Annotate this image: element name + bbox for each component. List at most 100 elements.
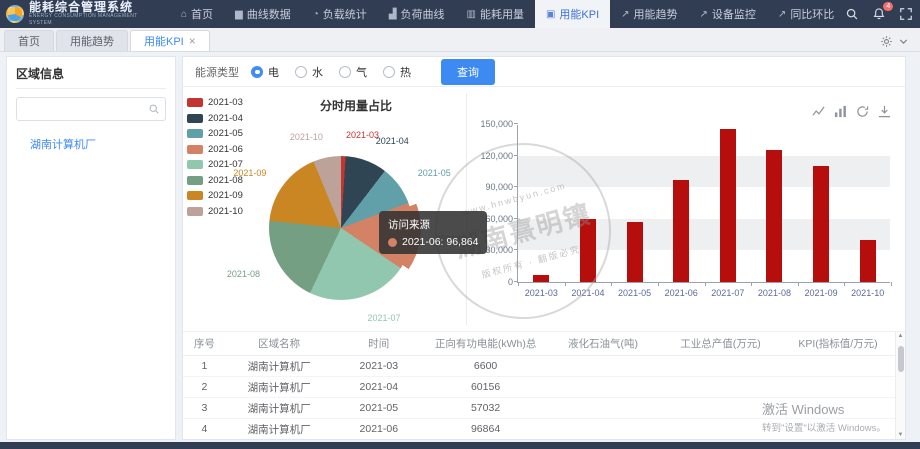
- tab-options[interactable]: [880, 35, 920, 51]
- device-monitor-icon: ↗: [700, 9, 708, 20]
- bar-2021-04[interactable]: [580, 219, 596, 282]
- y-axis-label: 150,000: [480, 119, 513, 129]
- pie-label: 2021-04: [376, 136, 409, 146]
- table-cell: 湖南计算机厂: [226, 398, 333, 419]
- radio-circle-icon: [339, 66, 351, 78]
- pie-label: 2021-10: [290, 132, 323, 142]
- menu-item-label: 曲线数据: [247, 6, 291, 22]
- bottom-strip: [0, 442, 920, 449]
- pie-label: 2021-07: [367, 313, 400, 323]
- table-row[interactable]: 2湖南计算机厂2021-0460156: [183, 377, 895, 398]
- bar-2021-09[interactable]: [813, 166, 829, 282]
- table-cell: [546, 398, 660, 419]
- scroll-thumb[interactable]: [898, 346, 904, 372]
- radio-circle-icon: [383, 66, 395, 78]
- split-area-band: [518, 219, 890, 251]
- menu-item-曲线数据[interactable]: ▆曲线数据: [224, 0, 302, 28]
- table-column-header: 序号: [183, 332, 226, 356]
- line-chart-icon[interactable]: [812, 105, 825, 118]
- kpi-table-wrap: 序号区域名称时间正向有功电能(kWh)总液化石油气(吨)工业总产值(万元)KPI…: [183, 331, 905, 439]
- menu-item-设备监控[interactable]: ↗设备监控: [689, 0, 767, 28]
- table-cell: 2021-06: [333, 419, 426, 440]
- pie-label: 2021-05: [418, 168, 451, 178]
- y-axis-label: 60,000: [485, 214, 513, 224]
- menu-item-label: 首页: [191, 6, 213, 22]
- table-cell: 2021-04: [333, 377, 426, 398]
- bar-plot[interactable]: 030,00060,00090,000120,000150,0002021-03…: [517, 125, 890, 283]
- tab-bar: 首页用能趋势 用能KPI ×: [0, 28, 920, 52]
- region-tree: 湖南计算机厂: [16, 133, 166, 155]
- table-cell: [546, 377, 660, 398]
- scroll-down-icon[interactable]: ▼: [896, 432, 905, 438]
- app-title: 能耗综合管理系统: [29, 1, 160, 13]
- bar-chart-icon[interactable]: [834, 105, 847, 118]
- tree-node-湖南计算机厂[interactable]: 湖南计算机厂: [16, 133, 166, 155]
- menu-item-能耗用量[interactable]: ▥能耗用量: [456, 0, 535, 28]
- charts-area: 分时用量占比 2021-032021-042021-052021-062021-…: [183, 87, 905, 331]
- table-row[interactable]: 4湖南计算机厂2021-0696864: [183, 419, 895, 440]
- menu-item-首页[interactable]: ⌂首页: [170, 0, 224, 28]
- search-icon[interactable]: [845, 7, 859, 21]
- region-search-input[interactable]: [16, 97, 166, 121]
- table-row[interactable]: 1湖南计算机厂2021-036600: [183, 356, 895, 377]
- refresh-icon[interactable]: [856, 105, 869, 118]
- y-axis-tick: [514, 218, 518, 219]
- y-axis-label: 0: [508, 277, 513, 287]
- menu-item-负荷曲线[interactable]: ▟负荷曲线: [378, 0, 456, 28]
- tab-label: 用能KPI: [144, 33, 184, 49]
- pie-label: 2021-08: [227, 269, 260, 279]
- pie-chart: 2021-032021-042021-052021-062021-072021-…: [183, 87, 483, 331]
- radio-电[interactable]: 电: [251, 64, 279, 80]
- x-axis-tick: [798, 282, 799, 286]
- bar-2021-03[interactable]: [533, 275, 549, 282]
- radio-气[interactable]: 气: [339, 64, 367, 80]
- tab-首页[interactable]: 首页: [4, 30, 54, 51]
- table-scrollbar[interactable]: ▲ ▼: [895, 332, 905, 439]
- notification-badge: 4: [883, 2, 893, 11]
- table-cell: 湖南计算机厂: [226, 419, 333, 440]
- compare-icon: ↗: [778, 9, 786, 20]
- table-row[interactable]: 3湖南计算机厂2021-0557032: [183, 398, 895, 419]
- table-cell: [781, 419, 895, 440]
- menu-item-label: 负荷曲线: [401, 6, 445, 22]
- chevron-down-icon[interactable]: [897, 35, 910, 48]
- table-column-header: 液化石油气(吨): [546, 332, 660, 356]
- page-body: 区域信息 湖南计算机厂 能源类型 电水气热 查询 分时用量占比 2021-032…: [0, 52, 920, 440]
- menu-item-同比环比[interactable]: ↗同比环比: [767, 0, 845, 28]
- download-icon[interactable]: [878, 105, 891, 118]
- table-column-header: 工业总产值(万元): [660, 332, 781, 356]
- app-logo[interactable]: 能耗综合管理系统 ENERGY CONSUMPTION MANAGEMENT S…: [0, 0, 170, 28]
- pie-label: 2021-03: [346, 130, 379, 140]
- tab-close-icon[interactable]: ×: [189, 35, 196, 47]
- energy-usage-icon: ▥: [467, 9, 476, 20]
- kpi-bar-chart: KPI分析图 030,00060,00090,000120,000150,000…: [467, 87, 905, 331]
- filter-row: 能源类型 电水气热 查询: [183, 57, 905, 87]
- table-cell: [781, 377, 895, 398]
- menu-item-负载统计[interactable]: ◔负载统计: [302, 0, 378, 28]
- fullscreen-icon[interactable]: [899, 7, 913, 21]
- query-button[interactable]: 查询: [441, 59, 495, 85]
- menu-item-用能趋势[interactable]: ↗用能趋势: [610, 0, 688, 28]
- bar-2021-10[interactable]: [860, 240, 876, 282]
- radio-热[interactable]: 热: [383, 64, 411, 80]
- tooltip-title: 访问来源: [388, 217, 478, 232]
- bar-2021-08[interactable]: [766, 150, 782, 282]
- bar-2021-07[interactable]: [720, 129, 736, 282]
- nav-tools: 4A 你好 湖南计算机厂: [845, 0, 920, 28]
- scroll-up-icon[interactable]: ▲: [896, 333, 905, 339]
- table-cell: [546, 419, 660, 440]
- bar-2021-06[interactable]: [673, 180, 689, 282]
- radio-label: 电: [268, 64, 279, 80]
- tab-用能趋势[interactable]: 用能趋势: [56, 30, 128, 51]
- radio-水[interactable]: 水: [295, 64, 323, 80]
- menu-item-用能KPI[interactable]: ▣用能KPI: [535, 0, 610, 28]
- main-menu: ⌂首页▆曲线数据◔负载统计▟负荷曲线▥能耗用量▣用能KPI↗用能趋势↗设备监控↗…: [170, 0, 845, 28]
- split-area-band: [518, 156, 890, 188]
- table-cell: 4: [183, 419, 226, 440]
- gear-icon[interactable]: [880, 35, 893, 48]
- tab-label: 用能趋势: [70, 33, 114, 49]
- tab-用能KPI[interactable]: 用能KPI ×: [130, 30, 210, 51]
- x-axis-tick: [518, 282, 519, 286]
- bar-2021-05[interactable]: [627, 222, 643, 282]
- notification-bell-icon[interactable]: 4: [872, 7, 886, 21]
